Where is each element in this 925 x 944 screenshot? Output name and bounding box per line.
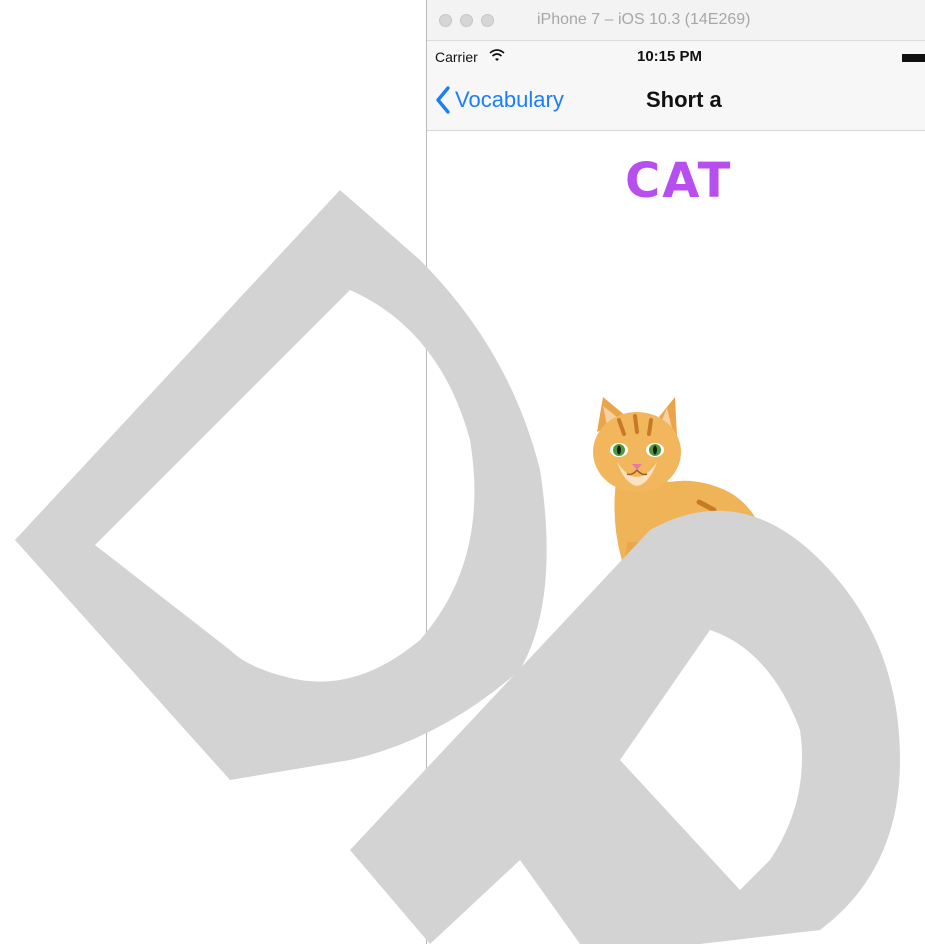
simulator-title: iPhone 7 – iOS 10.3 (14E269): [537, 11, 751, 28]
cat-image[interactable]: [579, 392, 829, 612]
battery-icon: [902, 54, 925, 62]
carrier-label: Carrier: [435, 49, 478, 65]
simulator-window: iPhone 7 – iOS 10.3 (14E269) Carrier 10:…: [426, 0, 925, 944]
simulator-titlebar: iPhone 7 – iOS 10.3 (14E269): [427, 0, 925, 41]
close-window-button[interactable]: [439, 14, 452, 27]
status-bar: Carrier 10:15 PM: [427, 41, 925, 73]
minimize-window-button[interactable]: [460, 14, 473, 27]
back-button-label: Vocabulary: [455, 87, 564, 112]
word-title: CAT: [625, 153, 733, 209]
status-time: 10:15 PM: [637, 48, 703, 65]
chevron-left-icon: [436, 86, 450, 114]
zoom-window-button[interactable]: [481, 14, 494, 27]
nav-title: Short a: [646, 87, 722, 112]
navigation-bar: Vocabulary Short a: [427, 73, 925, 131]
wifi-icon: [489, 49, 505, 61]
back-button[interactable]: Vocabulary: [435, 86, 564, 114]
